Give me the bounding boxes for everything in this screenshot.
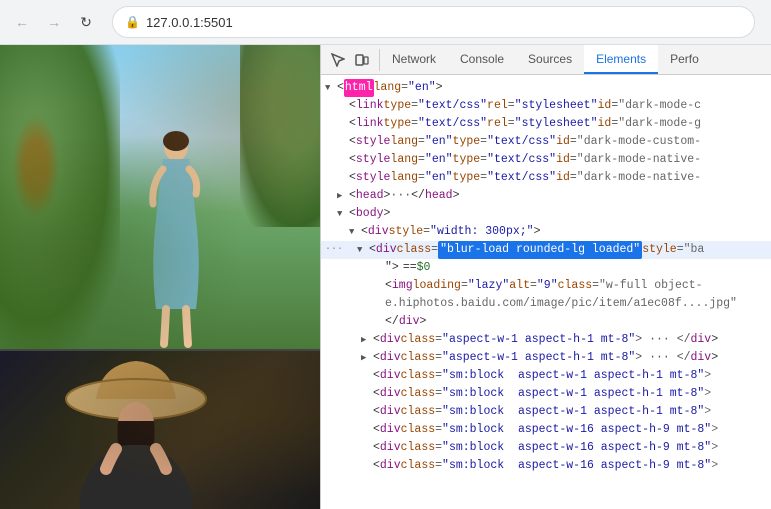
browser-chrome: ← → ↻ 🔒 127.0.0.1:5501 — [0, 0, 771, 45]
triangle-9[interactable] — [349, 223, 361, 241]
code-line-11: "> == $0 — [321, 259, 771, 277]
main-area: Network Console Sources Elements Perfo — [0, 45, 771, 509]
code-line-7: <head> ··· </head> — [321, 187, 771, 205]
image-top — [0, 45, 320, 349]
code-line-3: <link type="text/css" rel="stylesheet" i… — [321, 115, 771, 133]
device-toggle-button[interactable] — [351, 49, 373, 71]
devtools-panel: Network Console Sources Elements Perfo — [320, 45, 771, 509]
code-line-9: <div style="width: 300px;" > — [321, 223, 771, 241]
triangle-7[interactable] — [337, 187, 349, 205]
code-line-21: <div class="sm:block aspect-w-16 aspect-… — [321, 439, 771, 457]
code-line-18: <div class="sm:block aspect-w-1 aspect-h… — [321, 385, 771, 403]
url-text: 127.0.0.1:5501 — [146, 15, 233, 30]
devtools-tabs: Network Console Sources Elements Perfo — [380, 45, 771, 74]
code-panel[interactable]: <html lang="en" > <link type="text/css" … — [321, 75, 771, 509]
code-line-5: <style lang="en" type="text/css" id="dar… — [321, 151, 771, 169]
code-line-10: ··· <div class="blur-load rounded-lg loa… — [321, 241, 771, 259]
tab-performance[interactable]: Perfo — [658, 45, 711, 74]
tree-left — [0, 45, 120, 349]
image-bottom — [0, 349, 320, 509]
refresh-button[interactable]: ↻ — [72, 8, 100, 36]
element-picker-button[interactable] — [327, 49, 349, 71]
code-line-16: <div class="aspect-w-1 aspect-h-1 mt-8" … — [321, 349, 771, 367]
code-line-20: <div class="sm:block aspect-w-16 aspect-… — [321, 421, 771, 439]
person-blue-svg — [141, 129, 211, 349]
code-line-22: <div class="sm:block aspect-w-16 aspect-… — [321, 457, 771, 475]
code-line-4: <style lang="en" type="text/css" id="dar… — [321, 133, 771, 151]
triangle-16[interactable] — [361, 349, 373, 367]
nav-controls: ← → ↻ 🔒 127.0.0.1:5501 — [0, 0, 771, 44]
devtools-icon-group — [321, 49, 380, 71]
devtools-toolbar: Network Console Sources Elements Perfo — [321, 45, 771, 75]
code-line-8: <body> — [321, 205, 771, 223]
lock-icon: 🔒 — [125, 15, 140, 29]
tab-elements[interactable]: Elements — [584, 45, 658, 74]
triangle-10[interactable] — [357, 241, 369, 259]
code-line-15: <div class="aspect-w-1 aspect-h-1 mt-8" … — [321, 331, 771, 349]
forward-button[interactable]: → — [40, 8, 68, 36]
triangle-8[interactable] — [337, 205, 349, 223]
tree-right — [240, 45, 320, 227]
code-line-2: <link type="text/css" rel="stylesheet" i… — [321, 97, 771, 115]
tab-sources[interactable]: Sources — [516, 45, 584, 74]
tab-network[interactable]: Network — [380, 45, 448, 74]
code-line-12: <img loading="lazy" alt="9" class="w-ful… — [321, 277, 771, 295]
address-bar[interactable]: 🔒 127.0.0.1:5501 — [112, 6, 755, 38]
photo-top-scene — [0, 45, 320, 349]
code-line-1: <html lang="en" > — [321, 79, 771, 97]
triangle-1[interactable] — [325, 79, 337, 97]
code-line-19: <div class="sm:block aspect-w-1 aspect-h… — [321, 403, 771, 421]
back-button[interactable]: ← — [8, 8, 36, 36]
tab-console[interactable]: Console — [448, 45, 516, 74]
photo-bottom-scene — [0, 351, 320, 509]
triangle-15[interactable] — [361, 331, 373, 349]
code-line-14: </div> — [321, 313, 771, 331]
code-line-6: <style lang="en" type="text/css" id="dar… — [321, 169, 771, 187]
woman-hat-svg — [56, 351, 256, 509]
code-line-13: e.hiphotos.baidu.com/image/pic/item/a1ec… — [321, 295, 771, 313]
code-line-17: <div class="sm:block aspect-w-1 aspect-h… — [321, 367, 771, 385]
images-panel — [0, 45, 320, 509]
